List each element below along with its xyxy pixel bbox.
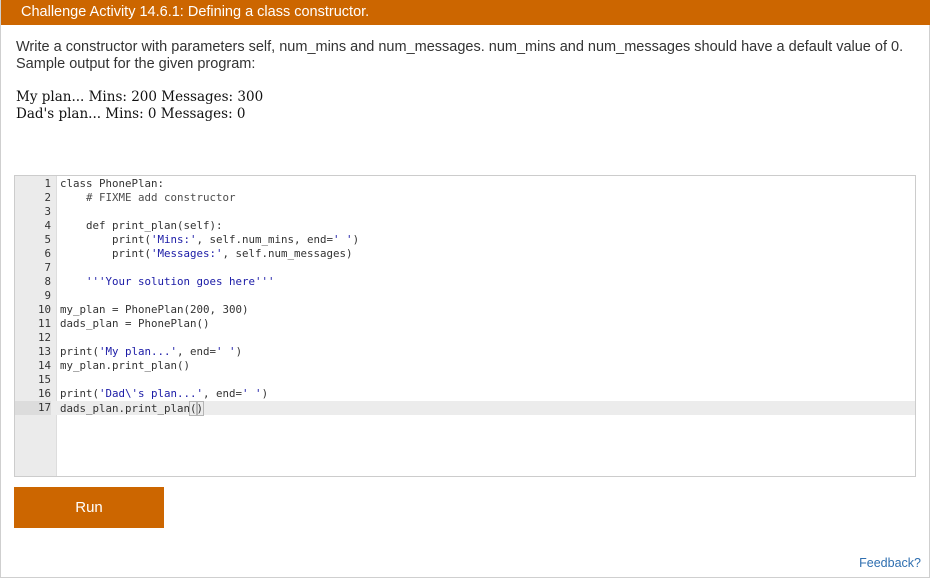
feedback-link[interactable]: Feedback? <box>859 556 921 570</box>
code-line[interactable]: 2 # FIXME add constructor <box>15 191 915 205</box>
code-line[interactable]: 8 '''Your solution goes here''' <box>15 275 915 289</box>
code-text[interactable]: print('Messages:', self.num_messages) <box>60 247 353 261</box>
code-line[interactable]: 15 <box>15 373 915 387</box>
line-number: 15 <box>37 373 51 386</box>
code-line[interactable]: 17 dads_plan.print_plan() <box>15 401 915 416</box>
sample-output-line: Dad's plan... Mins: 0 Messages: 0 <box>16 106 246 122</box>
line-number: 17 <box>15 401 51 415</box>
code-line[interactable]: 12 <box>15 331 915 345</box>
line-number: 7 <box>44 261 51 274</box>
line-number: 12 <box>37 331 51 344</box>
code-text[interactable]: dads_plan.print_plan() <box>60 401 205 416</box>
line-number: 6 <box>44 247 51 260</box>
code-line[interactable]: 3 <box>15 205 915 219</box>
code-text[interactable]: def print_plan(self): <box>60 219 223 233</box>
activity-title: Challenge Activity 14.6.1: Defining a cl… <box>1 0 930 25</box>
sample-output: My plan... Mins: 200 Messages: 300 Dad's … <box>16 89 263 123</box>
code-text[interactable]: my_plan.print_plan() <box>60 359 190 373</box>
code-line[interactable]: 1 class PhonePlan: <box>15 177 915 191</box>
line-number: 10 <box>37 303 51 316</box>
code-text[interactable]: # FIXME add constructor <box>60 191 236 205</box>
code-line[interactable]: 13 print('My plan...', end=' ') <box>15 345 915 359</box>
code-text[interactable]: my_plan = PhonePlan(200, 300) <box>60 303 249 317</box>
line-number: 9 <box>44 289 51 302</box>
line-number: 1 <box>44 177 51 190</box>
code-text[interactable]: '''Your solution goes here''' <box>60 275 275 289</box>
code-lines[interactable]: 1 class PhonePlan: 2 # FIXME add construct… <box>15 177 915 416</box>
text-cursor <box>203 401 205 414</box>
code-line[interactable]: 9 <box>15 289 915 303</box>
code-line[interactable]: 5 print('Mins:', self.num_mins, end=' ') <box>15 233 915 247</box>
line-number: 14 <box>37 359 51 372</box>
activity-panel: Challenge Activity 14.6.1: Defining a cl… <box>0 0 930 578</box>
line-number: 13 <box>37 345 51 358</box>
line-number: 16 <box>37 387 51 400</box>
code-text[interactable]: print('Mins:', self.num_mins, end=' ') <box>60 233 359 247</box>
code-line[interactable]: 16 print('Dad\'s plan...', end=' ') <box>15 387 915 401</box>
code-line[interactable]: 6 print('Messages:', self.num_messages) <box>15 247 915 261</box>
line-number: 3 <box>44 205 51 218</box>
line-number: 4 <box>44 219 51 232</box>
code-text[interactable]: print('Dad\'s plan...', end=' ') <box>60 387 268 401</box>
line-number: 5 <box>44 233 51 246</box>
code-line[interactable]: 4 def print_plan(self): <box>15 219 915 233</box>
line-number: 8 <box>44 275 51 288</box>
code-editor[interactable]: 1 class PhonePlan: 2 # FIXME add construct… <box>14 175 916 477</box>
sample-output-line: My plan... Mins: 200 Messages: 300 <box>16 89 264 105</box>
code-line[interactable]: 14 my_plan.print_plan() <box>15 359 915 373</box>
code-text[interactable]: dads_plan = PhonePlan() <box>60 317 210 331</box>
code-line[interactable]: 7 <box>15 261 915 275</box>
run-button[interactable]: Run <box>14 487 164 528</box>
instructions-text: Write a constructor with parameters self… <box>16 39 904 72</box>
code-text[interactable]: print('My plan...', end=' ') <box>60 345 242 359</box>
code-line[interactable]: 11 dads_plan = PhonePlan() <box>15 317 915 331</box>
code-text[interactable]: class PhonePlan: <box>60 177 164 191</box>
line-number: 11 <box>37 317 51 330</box>
line-number: 2 <box>44 191 51 204</box>
code-line[interactable]: 10 my_plan = PhonePlan(200, 300) <box>15 303 915 317</box>
